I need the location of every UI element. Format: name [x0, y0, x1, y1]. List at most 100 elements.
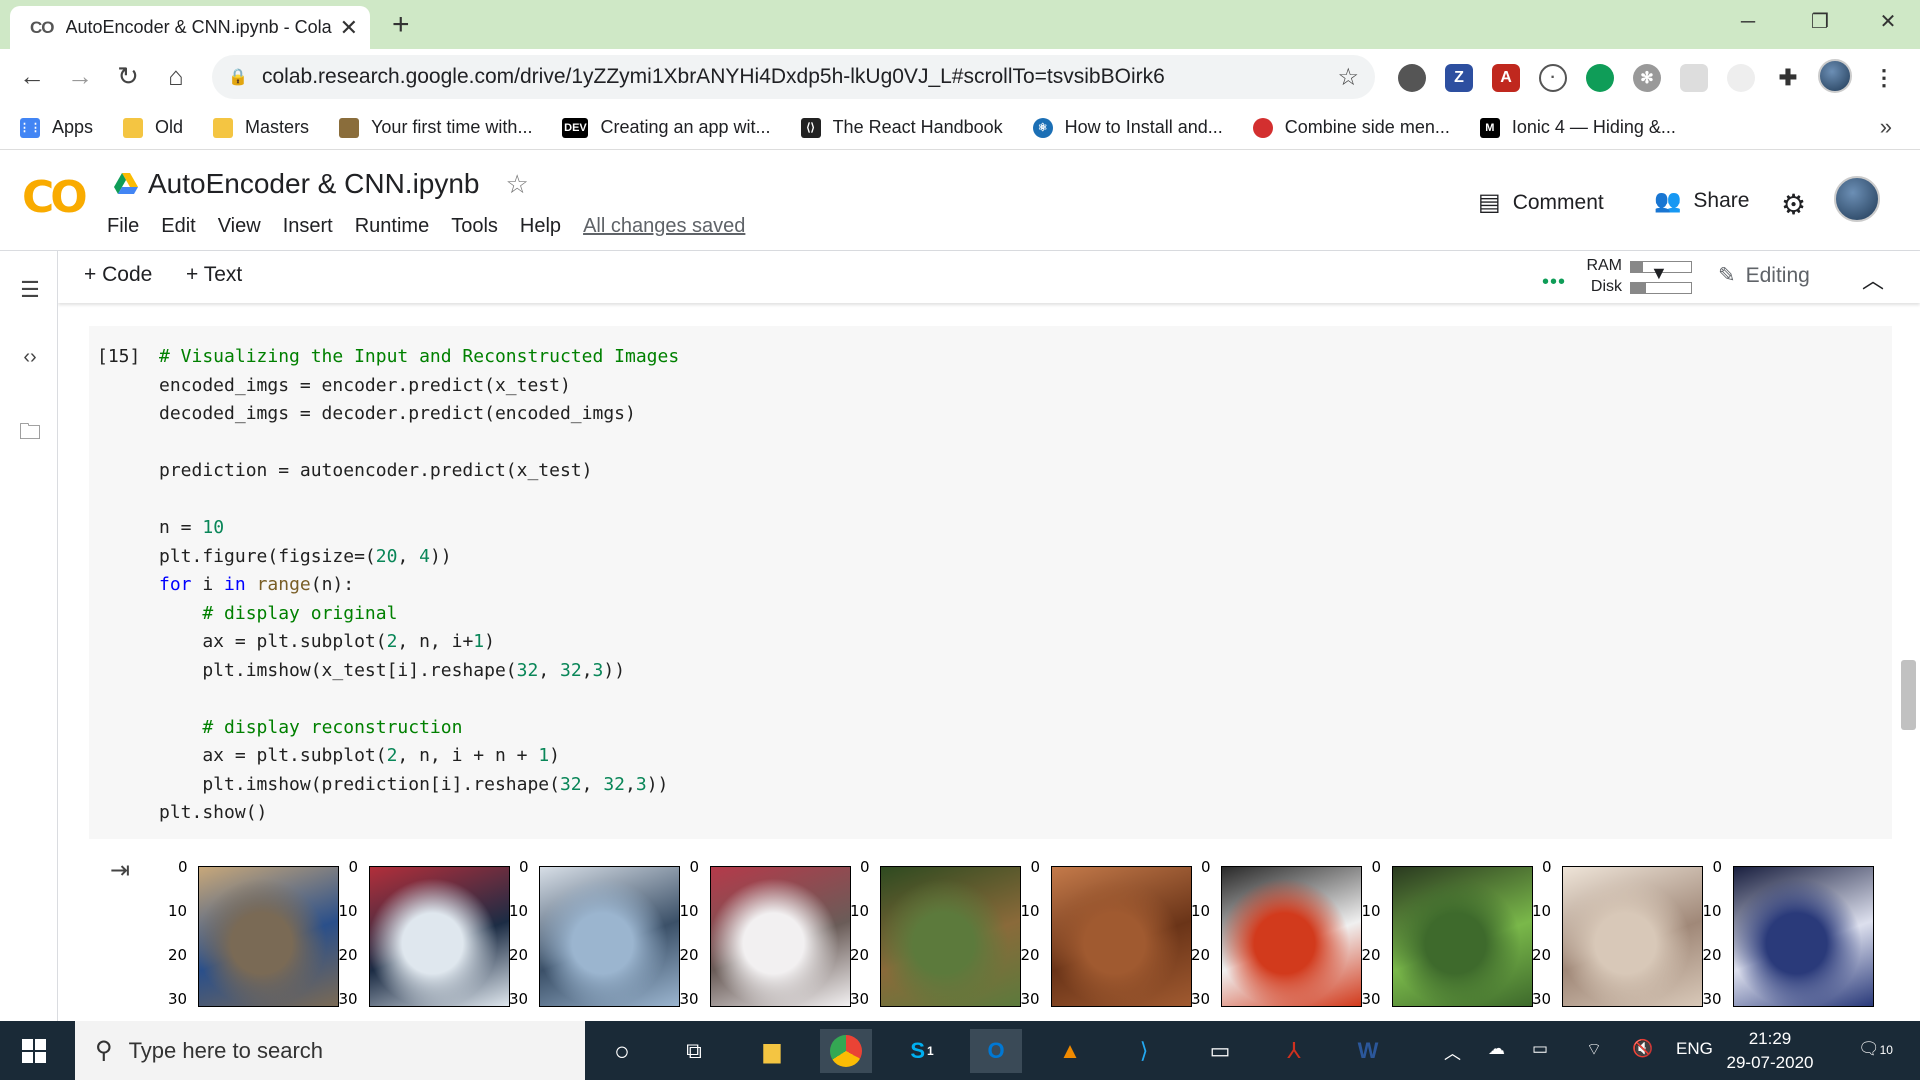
code-editor[interactable]: # Visualizing the Input and Reconstructe…	[159, 343, 679, 828]
add-text-button[interactable]: + Text	[186, 263, 242, 287]
image-automobile	[1221, 866, 1362, 1007]
acrobat-icon[interactable]: ⅄	[1268, 1029, 1320, 1073]
minimize-icon[interactable]: ─	[1718, 4, 1778, 40]
vscode-icon[interactable]: ⟩	[1118, 1029, 1170, 1073]
menu-view[interactable]: View	[218, 215, 261, 238]
bookmark-ionic[interactable]: M Ionic 4 — Hiding &...	[1479, 117, 1676, 138]
zotero-extension-icon[interactable]: Z	[1445, 64, 1473, 92]
skype-icon[interactable]: S1	[896, 1029, 948, 1073]
terminal-icon[interactable]: ▭	[1194, 1029, 1246, 1073]
menu-file[interactable]: File	[107, 215, 139, 238]
image-frog	[1391, 866, 1533, 1007]
menu-insert[interactable]: Insert	[283, 215, 333, 238]
resources-dropdown-icon[interactable]: ▼	[1650, 263, 1668, 284]
close-tab-icon[interactable]: ✕	[340, 15, 358, 41]
bookmark-masters[interactable]: Masters	[213, 117, 309, 138]
chrome-menu-icon[interactable]: ⋮	[1870, 64, 1898, 92]
y-tick-label: 10	[679, 902, 699, 920]
extension-circle-icon[interactable]	[1398, 64, 1426, 92]
reload-icon[interactable]: ↻	[112, 61, 144, 92]
people-icon: 👥	[1654, 188, 1682, 213]
volume-muted-icon[interactable]: 🔇	[1632, 1039, 1653, 1059]
image-airplane	[709, 866, 851, 1007]
menu-tools[interactable]: Tools	[451, 215, 498, 238]
y-tick-label: 10	[1191, 902, 1211, 920]
y-tick-label: 0	[348, 858, 359, 876]
bookmark-creating-app[interactable]: DEV Creating an app wit...	[562, 117, 771, 138]
star-notebook-icon[interactable]: ☆	[506, 169, 529, 200]
outlook-icon[interactable]: O	[970, 1029, 1022, 1073]
colab-logo[interactable]: CO	[22, 172, 88, 223]
acrobat-extension-icon[interactable]: A	[1492, 64, 1520, 92]
forward-arrow-icon[interactable]: →	[64, 61, 96, 92]
add-code-button[interactable]: + Code	[84, 263, 152, 287]
browser-tab[interactable]: CO AutoEncoder & CNN.ipynb - Cola ✕	[10, 6, 370, 49]
notifications-icon[interactable]: 🗨10	[1858, 1039, 1893, 1059]
connected-dots-icon: •••	[1542, 271, 1567, 293]
onedrive-icon[interactable]: ☁	[1488, 1039, 1505, 1059]
back-arrow-icon[interactable]: ←	[16, 61, 48, 92]
subplot-frog: 0 10 20 30	[1003, 858, 1192, 1008]
code-snippets-icon[interactable]: ‹›	[18, 346, 42, 369]
page-scrollbar-thumb[interactable]	[1901, 660, 1916, 730]
extension-camera-icon[interactable]	[1727, 64, 1755, 92]
bookmark-old[interactable]: Old	[123, 117, 183, 138]
vlc-icon[interactable]: ▲	[1044, 1029, 1096, 1073]
bookmark-how-to-install[interactable]: ⚛ How to Install and...	[1032, 117, 1223, 138]
output-actions-icon[interactable]: ⇥	[110, 856, 130, 885]
menu-edit[interactable]: Edit	[161, 215, 195, 238]
search-icon: ⚲	[95, 1037, 113, 1064]
table-of-contents-icon[interactable]: ☰	[18, 277, 42, 303]
language-indicator[interactable]: ENG	[1676, 1039, 1713, 1059]
medium-icon: M	[1479, 117, 1500, 138]
extension-gear-icon[interactable]: ✻	[1633, 64, 1661, 92]
left-sidebar: ☰ ‹› 🗀	[0, 251, 58, 1021]
word-icon[interactable]: W	[1342, 1029, 1394, 1073]
image-cat	[1562, 866, 1703, 1007]
bookmark-star-icon[interactable]: ☆	[1337, 63, 1359, 92]
files-folder-icon[interactable]: 🗀	[18, 415, 42, 453]
y-tick-label: 30	[1702, 990, 1722, 1008]
collapse-header-icon[interactable]: ︿	[1862, 263, 1884, 295]
windows-start-icon[interactable]	[22, 1039, 46, 1063]
menu-help[interactable]: Help	[520, 215, 561, 238]
task-view-icon[interactable]: ⧉	[668, 1029, 720, 1073]
file-explorer-icon[interactable]: ▆	[746, 1029, 798, 1073]
bookmark-apps[interactable]: ⋮⋮ Apps	[19, 117, 93, 138]
extension-grey-icon[interactable]	[1680, 64, 1708, 92]
share-button[interactable]: 👥 Share	[1654, 188, 1749, 214]
wifi-icon[interactable]: ⌔	[1586, 1039, 1602, 1060]
bookmark-first-time[interactable]: Your first time with...	[339, 117, 532, 138]
taskbar-search-box[interactable]: ⚲ Type here to search	[75, 1021, 585, 1080]
bookmark-label: Your first time with...	[371, 117, 533, 137]
address-bar[interactable]: 🔒 colab.research.google.com/drive/1yZZym…	[212, 55, 1375, 99]
bookmark-label: The React Handbook	[832, 117, 1003, 137]
cortana-icon[interactable]: ○	[596, 1029, 648, 1073]
user-avatar[interactable]	[1834, 176, 1880, 222]
home-icon[interactable]: ⌂	[160, 61, 192, 92]
editing-mode-button[interactable]: ✎ Editing	[1718, 263, 1810, 288]
menu-runtime[interactable]: Runtime	[355, 215, 429, 238]
settings-gear-icon[interactable]: ⚙	[1781, 188, 1806, 221]
new-tab-button[interactable]: +	[392, 8, 410, 42]
notebook-toolbar: + Code + Text ••• RAM Disk ▼ ✎ Editing ︿	[58, 251, 1920, 303]
extensions-puzzle-icon[interactable]: ✚	[1774, 64, 1802, 92]
comment-button[interactable]: ▤ Comment	[1478, 188, 1604, 217]
show-hidden-icons[interactable]: ︿	[1444, 1039, 1461, 1064]
bookmark-react-handbook[interactable]: ⟨⟩ The React Handbook	[800, 117, 1003, 138]
restore-icon[interactable]: ❐	[1790, 4, 1850, 40]
chrome-taskbar-icon[interactable]	[820, 1029, 872, 1073]
extension-green-icon[interactable]	[1586, 64, 1614, 92]
battery-icon[interactable]: ▭	[1532, 1039, 1548, 1059]
close-window-icon[interactable]: ✕	[1858, 4, 1918, 40]
system-clock[interactable]: 21:29 29-07-2020	[1720, 1027, 1820, 1075]
bookmarks-overflow-icon[interactable]: »	[1880, 114, 1892, 140]
save-status[interactable]: All changes saved	[583, 215, 745, 238]
notebook-name[interactable]: AutoEncoder & CNN.ipynb	[148, 168, 480, 200]
comment-label: Comment	[1512, 190, 1604, 214]
execution-count[interactable]: [15]	[97, 346, 140, 367]
subplot-ship: 0 10 20 30	[321, 858, 510, 1008]
bookmark-combine-side-menu[interactable]: Combine side men...	[1252, 117, 1450, 138]
profile-avatar[interactable]	[1818, 59, 1852, 93]
extension-code-icon[interactable]: ·	[1539, 64, 1567, 92]
